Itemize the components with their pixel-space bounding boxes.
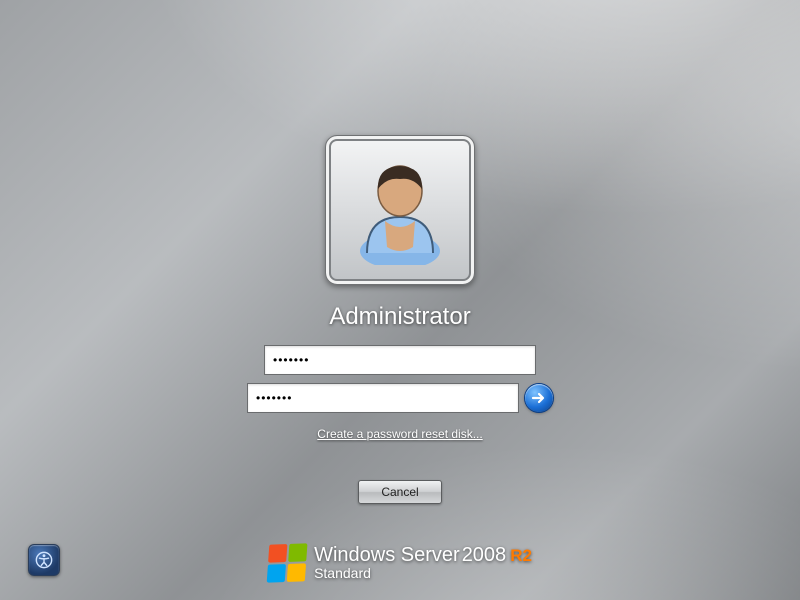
user-avatar-tile — [325, 135, 475, 285]
arrow-right-icon — [531, 390, 547, 406]
password-input[interactable] — [264, 345, 536, 375]
brand-year: 2008 — [462, 544, 507, 566]
confirm-password-input[interactable] — [247, 383, 519, 413]
ease-of-access-button[interactable] — [28, 544, 60, 576]
windows-flag-icon — [267, 543, 308, 582]
os-branding: Windows Server2008R2 Standard — [268, 544, 532, 582]
password-reset-link[interactable]: Create a password reset disk... — [317, 427, 482, 441]
branding-text: Windows Server2008R2 Standard — [314, 545, 532, 581]
login-panel: Administrator Create a password reset di… — [247, 135, 553, 441]
brand-product: Windows Server — [314, 544, 460, 566]
cancel-button[interactable]: Cancel — [358, 480, 442, 504]
user-avatar-icon — [345, 155, 455, 265]
username-label: Administrator — [329, 303, 470, 331]
brand-suffix: R2 — [510, 546, 532, 565]
brand-edition: Standard — [314, 566, 532, 581]
submit-arrow-button[interactable] — [525, 384, 553, 412]
credential-fields: Create a password reset disk... — [247, 345, 553, 441]
ease-of-access-icon — [35, 550, 53, 570]
